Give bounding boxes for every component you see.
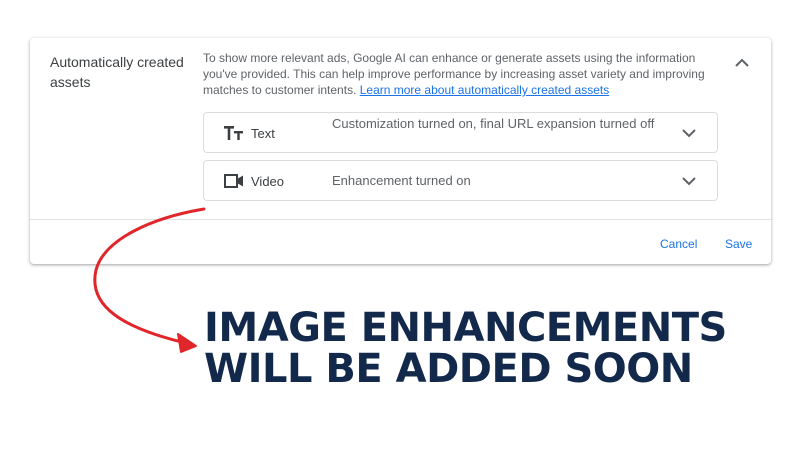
chevron-up-icon [735,58,749,67]
asset-status-video: Enhancement turned on [332,173,471,188]
learn-more-link[interactable]: Learn more about automatically created a… [360,83,609,97]
text-format-icon [224,124,244,142]
section-description: To show more relevant ads, Google AI can… [203,50,723,98]
asset-status-text: Customization turned on, final URL expan… [332,116,655,131]
cancel-button[interactable]: Cancel [660,236,697,252]
video-camera-icon [224,172,244,190]
chevron-down-icon [681,173,697,189]
save-button[interactable]: Save [725,236,752,252]
asset-label-text: Text [251,126,275,141]
stage: Automatically created assets To show mor… [0,0,800,450]
asset-row-video[interactable]: Video Enhancement turned on [203,160,718,201]
footer-divider [30,219,771,220]
headline: IMAGE ENHANCEMENTS WILL BE ADDED SOON [204,308,794,390]
headline-line-2: WILL BE ADDED SOON [204,346,693,392]
chevron-down-icon [681,125,697,141]
section-title: Automatically created assets [50,54,184,90]
collapse-button[interactable] [732,52,752,72]
headline-line-1: IMAGE ENHANCEMENTS [204,305,727,351]
auto-assets-card: Automatically created assets To show mor… [30,38,771,264]
asset-label-video: Video [251,174,285,189]
asset-row-text[interactable]: Text Customization turned on, final URL … [203,112,718,153]
